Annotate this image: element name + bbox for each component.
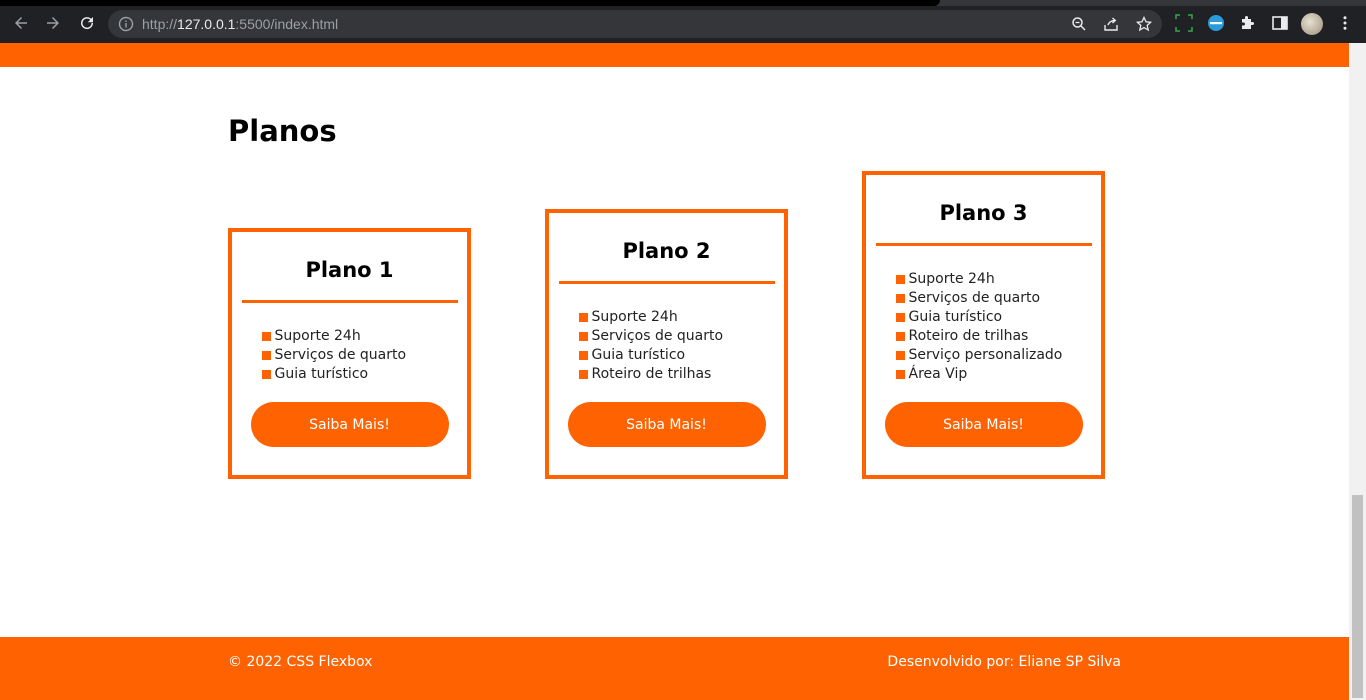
url-host: 127.0.0.1	[177, 16, 236, 32]
bookmark-star-icon[interactable]	[1136, 16, 1152, 32]
square-bullet-icon	[578, 370, 588, 379]
square-bullet-icon	[261, 370, 271, 379]
plan-feature: Serviços de quarto	[895, 289, 1076, 308]
url-text[interactable]: http://127.0.0.1:5500/index.html	[142, 16, 338, 32]
plan-feature: Suporte 24h	[261, 327, 442, 346]
section-title: Planos	[228, 114, 337, 148]
screen-capture-extension-icon[interactable]	[1175, 14, 1193, 32]
plan-feature: Guia turístico	[578, 346, 759, 365]
plan-feature-list: Suporte 24h Serviços de quarto Guia turí…	[895, 270, 1076, 384]
plan-divider	[241, 300, 458, 303]
square-bullet-icon	[895, 351, 905, 360]
plan-feature: Serviços de quarto	[261, 346, 442, 365]
square-bullet-icon	[578, 332, 588, 341]
square-bullet-icon	[895, 370, 905, 379]
plan-feature-label: Serviços de quarto	[908, 290, 1041, 306]
reload-icon[interactable]	[76, 12, 98, 34]
plan-feature-list: Suporte 24h Serviços de quarto Guia turí…	[578, 308, 759, 384]
plan-feature-label: Guia turístico	[274, 366, 369, 382]
forward-arrow-icon[interactable]	[42, 12, 64, 34]
plan-divider	[558, 281, 775, 284]
url-scheme: http://	[142, 16, 178, 32]
square-bullet-icon	[578, 313, 588, 322]
plan-title: Plano 1	[305, 257, 394, 282]
back-arrow-icon[interactable]	[10, 12, 32, 34]
square-bullet-icon	[895, 332, 905, 341]
plan-feature-label: Serviços de quarto	[274, 347, 407, 363]
url-path: :5500/index.html	[235, 16, 339, 32]
square-bullet-icon	[578, 351, 588, 360]
plans-container: Plano 1 Suporte 24h Serviços de quarto G…	[228, 151, 1108, 479]
plan-feature-label: Suporte 24h	[274, 328, 361, 344]
site-info-icon[interactable]	[118, 16, 134, 32]
square-bullet-icon	[895, 294, 905, 303]
tab-strip-edge	[0, 0, 940, 6]
square-bullet-icon	[261, 332, 271, 341]
square-bullet-icon	[895, 275, 905, 284]
plan-feature-label: Serviço personalizado	[908, 347, 1063, 363]
plan-feature: Área Vip	[895, 365, 1076, 384]
plan-feature: Roteiro de trilhas	[895, 327, 1076, 346]
plan-feature: Suporte 24h	[895, 270, 1076, 289]
plan-feature-label: Área Vip	[908, 366, 968, 382]
plan-card-1: Plano 1 Suporte 24h Serviços de quarto G…	[228, 227, 471, 479]
plan-feature-label: Guia turístico	[908, 309, 1003, 325]
plan-feature: Roteiro de trilhas	[578, 365, 759, 384]
plan-feature-label: Guia turístico	[591, 347, 686, 363]
profile-avatar[interactable]	[1301, 13, 1323, 35]
square-bullet-icon	[895, 313, 905, 322]
address-bar[interactable]: http://127.0.0.1:5500/index.html	[108, 10, 1162, 38]
plan-feature: Suporte 24h	[578, 308, 759, 327]
more-menu-icon[interactable]	[1334, 12, 1356, 34]
square-bullet-icon	[261, 351, 271, 360]
plan-divider	[875, 243, 1092, 246]
plan-card-2: Plano 2 Suporte 24h Serviços de quarto G…	[545, 208, 788, 479]
share-icon[interactable]	[1103, 16, 1119, 32]
plan-feature-label: Suporte 24h	[908, 271, 995, 287]
header-bar	[0, 43, 1349, 67]
plan-feature-label: Roteiro de trilhas	[908, 328, 1029, 344]
plan-feature: Guia turístico	[261, 365, 442, 384]
footer-credit: Desenvolvido por: Eliane SP Silva	[887, 654, 1121, 670]
plan-feature-list: Suporte 24h Serviços de quarto Guia turí…	[261, 327, 442, 384]
scrollbar-thumb[interactable]	[1352, 495, 1363, 698]
plan-title: Plano 2	[622, 238, 711, 263]
side-panel-icon[interactable]	[1271, 14, 1289, 32]
footer-copyright: © 2022 CSS Flexbox	[228, 654, 373, 670]
plan-feature-label: Suporte 24h	[591, 309, 678, 325]
plan-title: Plano 3	[939, 200, 1028, 225]
page-footer: © 2022 CSS Flexbox Desenvolvido por: Eli…	[0, 637, 1349, 700]
saiba-mais-button[interactable]: Saiba Mais!	[567, 402, 766, 447]
extensions-puzzle-icon[interactable]	[1239, 14, 1257, 32]
plan-feature-label: Roteiro de trilhas	[591, 366, 712, 382]
browser-toolbar: http://127.0.0.1:5500/index.html	[0, 0, 1366, 43]
page-viewport: Planos Plano 1 Suporte 24h Serviços de q…	[0, 43, 1349, 700]
plan-feature: Serviço personalizado	[895, 346, 1076, 365]
saiba-mais-button[interactable]: Saiba Mais!	[250, 402, 449, 447]
plan-feature: Guia turístico	[895, 308, 1076, 327]
saiba-mais-button[interactable]: Saiba Mais!	[884, 402, 1083, 447]
plan-feature-label: Serviços de quarto	[591, 328, 724, 344]
globe-extension-icon[interactable]	[1207, 14, 1225, 32]
plan-feature: Serviços de quarto	[578, 327, 759, 346]
zoom-icon[interactable]	[1071, 16, 1087, 32]
plan-card-3: Plano 3 Suporte 24h Serviços de quarto G…	[862, 170, 1105, 479]
